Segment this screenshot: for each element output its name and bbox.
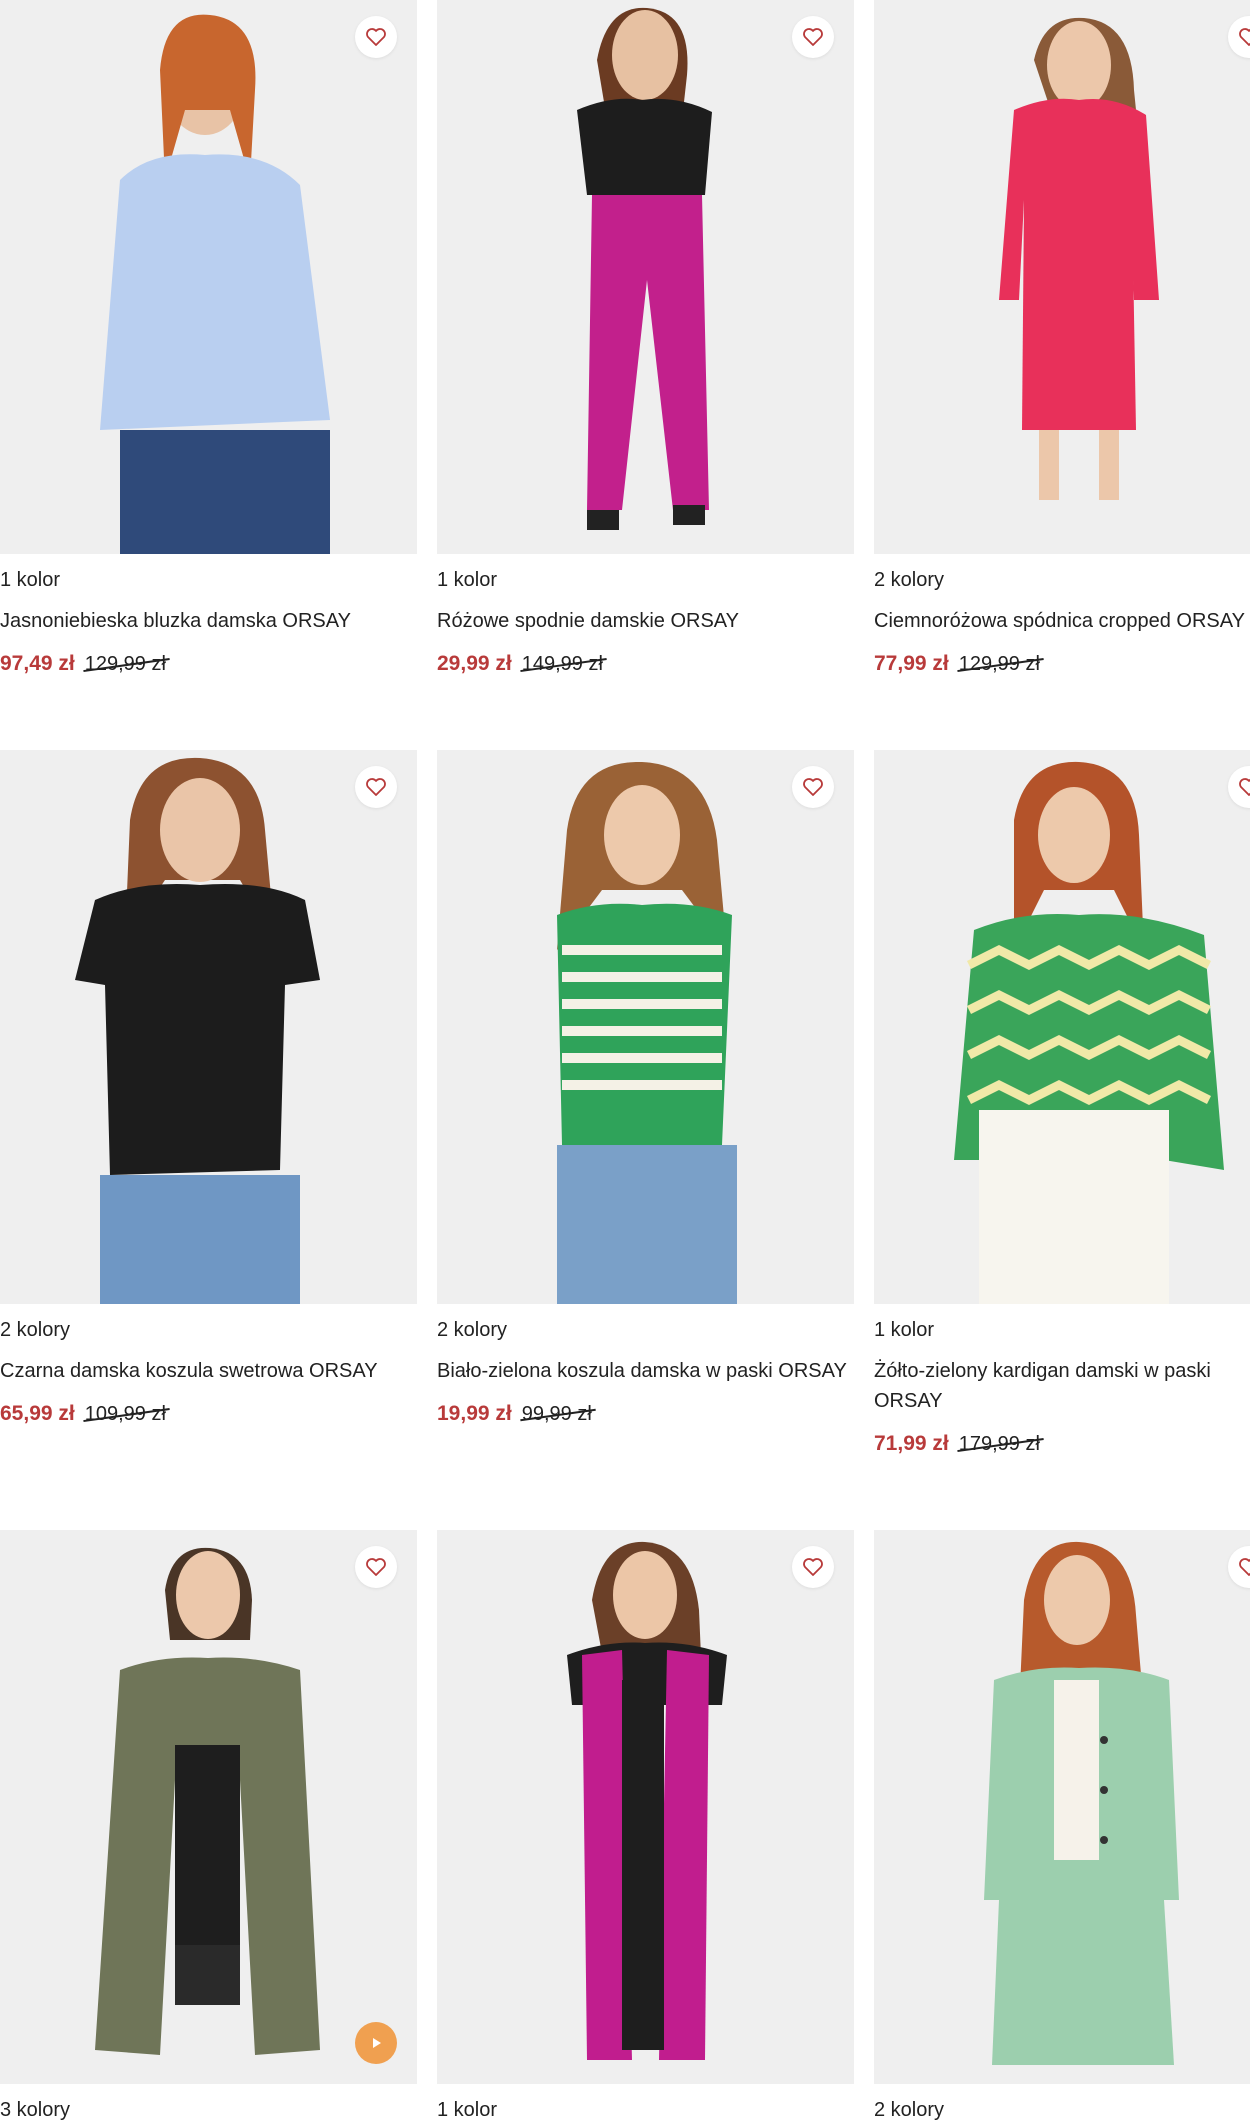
product-image[interactable] — [437, 0, 854, 554]
product-card[interactable]: 2 kolory Ciemnoróżowa spódnica cropped O… — [874, 0, 1250, 678]
product-image[interactable] — [437, 1530, 854, 2084]
favorite-button[interactable] — [792, 766, 834, 808]
product-card[interactable]: 2 kolory Czarna damska koszula swetrowa … — [0, 750, 417, 1428]
model-photo — [874, 1530, 1250, 2084]
heart-icon — [366, 1558, 386, 1576]
product-card[interactable]: 1 kolor Różowe spodnie damskie ORSAY 29,… — [437, 0, 854, 678]
color-count: 3 kolory — [0, 2099, 71, 2121]
sale-price: 19,99 zł — [437, 1402, 512, 1425]
sale-price: 71,99 zł — [874, 1432, 949, 1455]
heart-icon — [1239, 778, 1250, 796]
model-photo — [437, 1530, 854, 2084]
heart-icon — [1239, 1558, 1250, 1576]
model-photo — [874, 750, 1250, 1304]
price-row: 65,99 zł 109,99 zł — [0, 1400, 417, 1428]
model-photo — [874, 0, 1250, 554]
original-price: 149,99 zł — [522, 650, 603, 678]
sale-price: 77,99 zł — [874, 652, 949, 675]
model-photo — [437, 750, 854, 1304]
product-title[interactable]: Różowe spodnie damskie ORSAY — [437, 606, 854, 636]
color-count: 1 kolor — [437, 569, 498, 591]
favorite-button[interactable] — [792, 1546, 834, 1588]
play-icon — [373, 2038, 381, 2048]
sale-price: 29,99 zł — [437, 652, 512, 675]
color-count: 2 kolory — [874, 569, 945, 591]
product-grid: 1 kolor Jasnoniebieska bluzka damska ORS… — [0, 0, 1250, 2126]
model-photo — [437, 0, 854, 554]
favorite-button[interactable] — [355, 16, 397, 58]
favorite-button[interactable] — [792, 16, 834, 58]
sale-price: 65,99 zł — [0, 1402, 75, 1425]
heart-icon — [803, 778, 823, 796]
color-count: 1 kolor — [437, 2099, 498, 2121]
product-title[interactable]: Czarna damska koszula swetrowa ORSAY — [0, 1356, 417, 1386]
color-count: 1 kolor — [874, 1319, 935, 1341]
product-card[interactable]: 2 kolory — [874, 1530, 1250, 2124]
original-price: 129,99 zł — [85, 650, 166, 678]
product-card[interactable]: 1 kolor Jasnoniebieska bluzka damska ORS… — [0, 0, 417, 678]
product-title[interactable]: Biało-zielona koszula damska w paski ORS… — [437, 1356, 854, 1386]
color-count: 2 kolory — [437, 1319, 508, 1341]
original-price: 179,99 zł — [959, 1430, 1040, 1458]
heart-icon — [366, 28, 386, 46]
product-card[interactable]: 3 kolory — [0, 1530, 417, 2124]
heart-icon — [1239, 28, 1250, 46]
product-image[interactable] — [0, 0, 417, 554]
original-price: 129,99 zł — [959, 650, 1040, 678]
original-price: 99,99 zł — [522, 1400, 592, 1428]
product-image[interactable] — [0, 1530, 417, 2084]
heart-icon — [803, 28, 823, 46]
color-count: 1 kolor — [0, 569, 61, 591]
favorite-button[interactable] — [355, 1546, 397, 1588]
model-photo — [0, 750, 417, 1304]
price-row: 29,99 zł 149,99 zł — [437, 650, 854, 678]
model-photo — [0, 0, 417, 554]
play-video-button[interactable] — [355, 2022, 397, 2064]
original-price: 109,99 zł — [85, 1400, 166, 1428]
heart-icon — [366, 778, 386, 796]
favorite-button[interactable] — [355, 766, 397, 808]
product-image[interactable] — [437, 750, 854, 1304]
price-row: 77,99 zł 129,99 zł — [874, 650, 1250, 678]
price-row: 71,99 zł 179,99 zł — [874, 1430, 1250, 1458]
price-row: 19,99 zł 99,99 zł — [437, 1400, 854, 1428]
product-image[interactable] — [874, 750, 1250, 1304]
product-image[interactable] — [874, 1530, 1250, 2084]
model-photo — [0, 1530, 417, 2084]
product-card[interactable]: 1 kolor Żółto-zielony kardigan damski w … — [874, 750, 1250, 1458]
product-title[interactable]: Jasnoniebieska bluzka damska ORSAY — [0, 606, 417, 636]
product-title[interactable]: Ciemnoróżowa spódnica cropped ORSAY — [874, 606, 1250, 636]
heart-icon — [803, 1558, 823, 1576]
product-title[interactable]: Żółto-zielony kardigan damski w paski OR… — [874, 1356, 1250, 1416]
product-image[interactable] — [874, 0, 1250, 554]
sale-price: 97,49 zł — [0, 652, 75, 675]
product-card[interactable]: 1 kolor — [437, 1530, 854, 2124]
product-card[interactable]: 2 kolory Biało-zielona koszula damska w … — [437, 750, 854, 1428]
price-row: 97,49 zł 129,99 zł — [0, 650, 417, 678]
product-image[interactable] — [0, 750, 417, 1304]
color-count: 2 kolory — [874, 2099, 945, 2121]
color-count: 2 kolory — [0, 1319, 71, 1341]
